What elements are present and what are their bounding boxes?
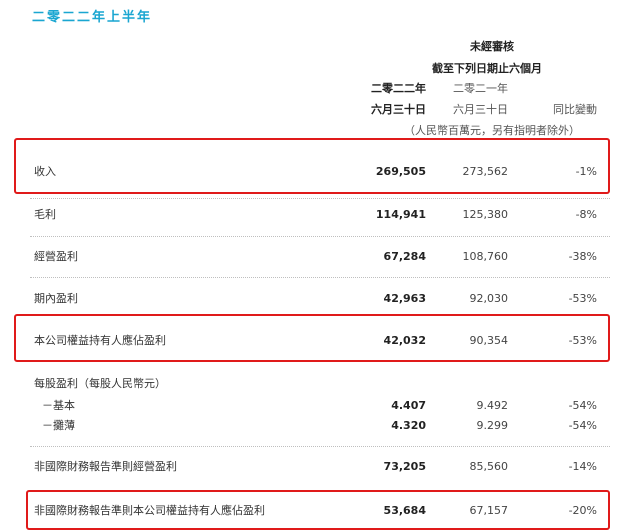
table-row: 期內盈利 42,963 92,030 -53% <box>0 291 640 307</box>
value-change: -14% <box>568 460 597 473</box>
highlight-box-attributable-profit <box>14 314 610 362</box>
value-change: -38% <box>568 250 597 263</box>
row-label: 非國際財務報告準則經營盈利 <box>34 460 177 473</box>
value-change: -54% <box>568 399 597 412</box>
value-2021: 85,560 <box>469 460 509 473</box>
page-title: 二零二二年上半年 <box>32 10 153 25</box>
header-change: 同比變動 <box>553 103 597 116</box>
table-row: －攤薄 4.320 9.299 -54% <box>0 418 640 434</box>
row-label: 期內盈利 <box>34 292 78 305</box>
table-row: 每股盈利（每股人民幣元） <box>0 376 640 392</box>
value-2021: 9.299 <box>476 419 509 432</box>
header-col1-year: 二零二二年 <box>371 82 426 95</box>
row-label: 毛利 <box>34 208 56 221</box>
value-change: -53% <box>568 292 597 305</box>
highlight-box-revenue <box>14 138 610 194</box>
table-row: 經營盈利 67,284 108,760 -38% <box>0 249 640 265</box>
header-col2-year: 二零二一年 <box>453 82 508 95</box>
header-six-months: 截至下列日期止六個月 <box>432 62 542 75</box>
value-2022: 73,205 <box>383 460 426 473</box>
value-change: -8% <box>575 208 597 221</box>
value-2021: 125,380 <box>462 208 509 221</box>
header-unit-note: （人民幣百萬元，另有指明者除外） <box>404 124 580 137</box>
row-label: －基本 <box>42 399 75 412</box>
financial-summary-page: 二零二二年上半年 未經審核 截至下列日期止六個月 二零二二年 二零二一年 六月三… <box>0 0 640 532</box>
row-label: －攤薄 <box>42 419 75 432</box>
highlight-box-non-ifrs-profit <box>26 490 610 530</box>
table-row: 毛利 114,941 125,380 -8% <box>0 207 640 223</box>
row-divider <box>30 236 610 237</box>
header-unaudited: 未經審核 <box>470 40 514 53</box>
value-2022: 114,941 <box>375 208 426 221</box>
value-2022: 4.320 <box>391 419 426 432</box>
row-divider <box>30 198 610 199</box>
value-2021: 9.492 <box>476 399 509 412</box>
row-label: 經營盈利 <box>34 250 78 263</box>
value-2022: 4.407 <box>391 399 426 412</box>
row-divider <box>30 446 610 447</box>
header-col2-date: 六月三十日 <box>453 103 508 116</box>
header-col1-date: 六月三十日 <box>371 103 426 116</box>
table-row: －基本 4.407 9.492 -54% <box>0 398 640 414</box>
value-2022: 42,963 <box>383 292 426 305</box>
row-label: 每股盈利（每股人民幣元） <box>34 377 166 390</box>
table-row: 非國際財務報告準則經營盈利 73,205 85,560 -14% <box>0 459 640 475</box>
value-change: -54% <box>568 419 597 432</box>
row-divider <box>30 277 610 278</box>
value-2021: 108,760 <box>462 250 509 263</box>
value-2021: 92,030 <box>469 292 509 305</box>
value-2022: 67,284 <box>383 250 426 263</box>
